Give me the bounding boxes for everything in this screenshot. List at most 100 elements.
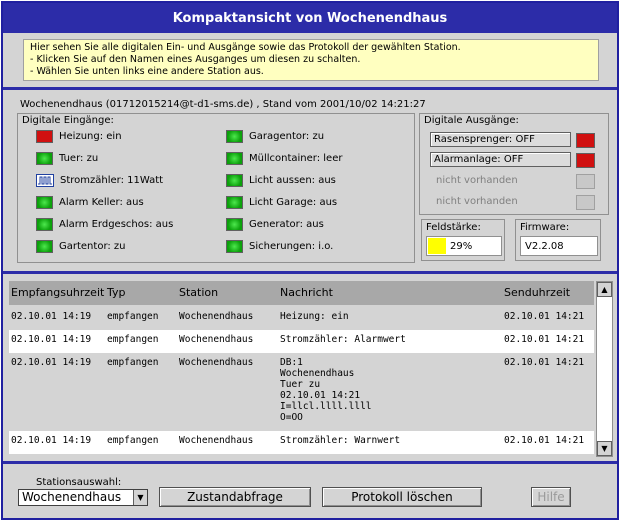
input-led-icon [226, 240, 243, 253]
chevron-down-icon[interactable]: ▼ [133, 490, 147, 505]
cell-recv: 02.10.01 14:19 [11, 435, 92, 446]
input-item: Müllcontainer: leer [226, 152, 342, 165]
col-header-send-time: Senduhrzeit [504, 286, 571, 299]
output-led-rasensprenger [576, 133, 595, 148]
cell-type: empfangen [107, 357, 159, 368]
input-item: Alarm Erdgeschos: aus [36, 218, 173, 231]
cell-message: Heizung: ein [280, 311, 349, 322]
cell-sent: 02.10.01 14:21 [504, 311, 585, 322]
cell-station: Wochenendhaus [179, 334, 254, 345]
input-item: Stromzähler: 11Watt [36, 174, 163, 187]
cell-recv: 02.10.01 14:19 [11, 311, 92, 322]
col-header-message: Nachricht [280, 286, 333, 299]
cell-message: DB:1 Wochenendhaus Tuer zu 02.10.01 14:2… [280, 357, 372, 423]
input-label: Tuer: zu [59, 153, 99, 164]
cell-sent: 02.10.01 14:21 [504, 334, 585, 345]
cell-station: Wochenendhaus [179, 435, 254, 446]
firmware-box: Firmware: V2.2.08 [515, 219, 601, 261]
digital-inputs-title: Digitale Eingänge: [22, 115, 114, 126]
scroll-up-icon[interactable]: ▲ [597, 282, 612, 297]
cell-type: empfangen [107, 334, 159, 345]
input-item: Tuer: zu [36, 152, 98, 165]
input-label: Alarm Erdgeschos: aus [59, 219, 174, 230]
input-led-icon [226, 196, 243, 209]
digital-outputs-group: Digitale Ausgänge: Rasensprenger: OFF Al… [419, 113, 609, 215]
table-row: 02.10.01 14:19 empfangen Wochenendhaus Heiz… [9, 307, 594, 330]
input-item: Heizung: ein [36, 130, 122, 143]
input-label: Licht Garage: aus [249, 197, 338, 208]
input-led-icon [36, 196, 53, 209]
cell-message: Stromzähler: Alarmwert [280, 334, 406, 345]
status-query-button[interactable]: Zustandabfrage [159, 487, 311, 507]
output-led-alarmanlage [576, 153, 595, 168]
info-line: Hier sehen Sie alle digitalen Ein- und A… [30, 42, 461, 53]
protocol-log: Empfangsuhrzeit Typ Station Nachricht Se… [9, 281, 613, 457]
input-label: Alarm Keller: aus [59, 197, 144, 208]
input-item: Licht aussen: aus [226, 174, 336, 187]
firmware-value: V2.2.08 [520, 236, 598, 256]
input-item: Gartentor: zu [36, 240, 126, 253]
pulse-meter-icon [36, 174, 54, 187]
signal-strength-field: 29% [426, 236, 502, 256]
input-led-icon [36, 218, 53, 231]
cell-sent: 02.10.01 14:21 [504, 357, 585, 368]
station-select-value: Wochenendhaus [22, 490, 122, 504]
digital-outputs-title: Digitale Ausgänge: [424, 115, 519, 126]
signal-strength-box: Feldstärke: 29% [421, 219, 505, 261]
cell-station: Wochenendhaus [179, 311, 254, 322]
table-row: 02.10.01 14:19 empfangen Wochenendhaus Stro… [9, 431, 594, 454]
info-box: Hier sehen Sie alle digitalen Ein- und A… [23, 39, 599, 81]
signal-strength-indicator [428, 238, 446, 254]
cell-type: empfangen [107, 435, 159, 446]
table-row: 02.10.01 14:19 empfangen Wochenendhaus Stro… [9, 330, 594, 353]
input-label: Heizung: ein [59, 131, 122, 142]
scroll-down-icon[interactable]: ▼ [597, 441, 612, 456]
input-item: Garagentor: zu [226, 130, 324, 143]
output-label-unavailable: nicht vorhanden [436, 175, 518, 186]
output-label-unavailable: nicht vorhanden [436, 196, 518, 207]
col-header-type: Typ [107, 286, 126, 299]
cell-sent: 02.10.01 14:21 [504, 435, 585, 446]
separator [3, 87, 617, 90]
window-title: Kompaktansicht von Wochenendhaus [3, 3, 617, 33]
station-select-label: Stationsauswahl: [36, 477, 122, 488]
signal-strength-label: Feldstärke: [426, 222, 481, 233]
info-line: - Wählen Sie unten links eine andere Sta… [30, 66, 264, 77]
input-led-icon [226, 218, 243, 231]
input-label: Stromzähler: 11Watt [60, 175, 164, 186]
signal-strength-value: 29% [450, 240, 473, 252]
log-scrollbar[interactable]: ▲ ▼ [596, 281, 613, 457]
output-button-alarmanlage[interactable]: Alarmanlage: OFF [430, 152, 571, 167]
info-line: - Klicken Sie auf den Namen eines Ausgan… [30, 54, 361, 65]
input-label: Generator: aus [249, 219, 324, 230]
input-label: Sicherungen: i.o. [249, 241, 334, 252]
separator [3, 461, 617, 464]
input-led-icon [226, 152, 243, 165]
col-header-station: Station [179, 286, 219, 299]
cell-type: empfangen [107, 311, 159, 322]
input-item: Licht Garage: aus [226, 196, 337, 209]
station-select[interactable]: Wochenendhaus ▼ [18, 489, 148, 506]
firmware-label: Firmware: [520, 222, 570, 233]
input-led-icon [36, 152, 53, 165]
input-led-icon [36, 130, 53, 143]
table-row: 02.10.01 14:19 empfangen Wochenendhaus DB:1… [9, 353, 594, 431]
window-frame: Kompaktansicht von Wochenendhaus Hier se… [1, 1, 619, 520]
help-button[interactable]: Hilfe [531, 487, 571, 507]
output-led-unavailable [576, 174, 595, 189]
cell-station: Wochenendhaus [179, 357, 254, 368]
input-label: Müllcontainer: leer [249, 153, 343, 164]
separator [3, 271, 617, 274]
clear-log-button[interactable]: Protokoll löschen [322, 487, 482, 507]
input-label: Garagentor: zu [249, 131, 325, 142]
output-button-rasensprenger[interactable]: Rasensprenger: OFF [430, 132, 571, 147]
input-label: Licht aussen: aus [249, 175, 336, 186]
input-led-icon [226, 174, 243, 187]
input-item: Sicherungen: i.o. [226, 240, 333, 253]
station-status-line: Wochenendhaus (01712015214@t-d1-sms.de) … [20, 99, 426, 110]
input-led-icon [226, 130, 243, 143]
cell-recv: 02.10.01 14:19 [11, 334, 92, 345]
input-label: Gartentor: zu [59, 241, 126, 252]
digital-inputs-group: Digitale Eingänge: Heizung: ein Tuer: zu S… [17, 113, 415, 263]
cell-recv: 02.10.01 14:19 [11, 357, 92, 368]
